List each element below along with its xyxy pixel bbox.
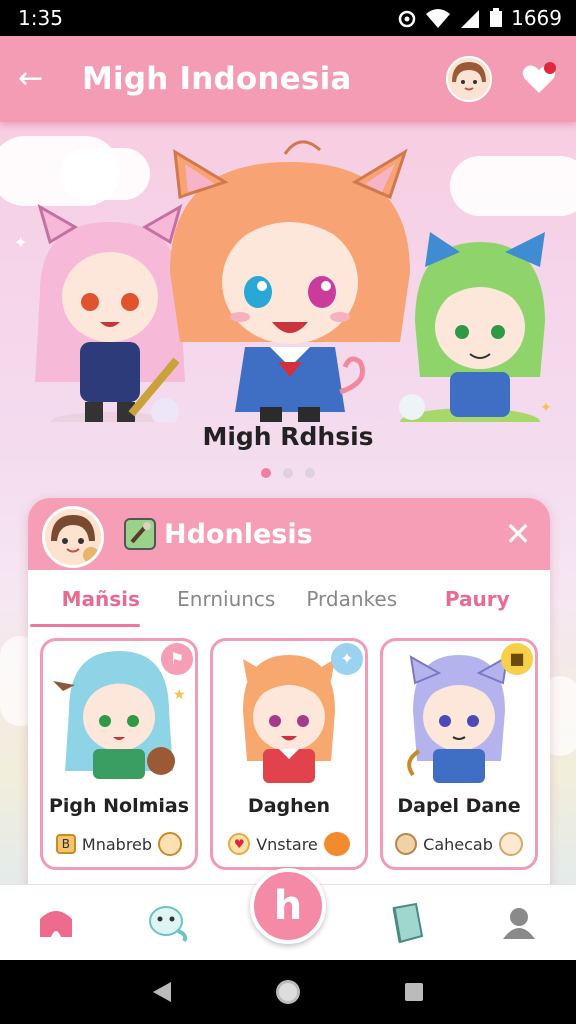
svg-text:✦: ✦ xyxy=(14,233,27,252)
tag-label: Mnabreb xyxy=(81,834,153,854)
app-screen: ← Migh Indonesia ✦ ✦ ✦ xyxy=(0,36,576,960)
tab-4[interactable]: Paury xyxy=(415,577,541,621)
user-avatar[interactable] xyxy=(446,56,492,102)
character-panel: Hdonlesis ✕ Mañsis Enrniuncs Prdankes Pa… xyxy=(28,498,550,918)
book-icon xyxy=(392,902,424,943)
panel-header: Hdonlesis ✕ xyxy=(28,498,550,570)
badge-bow-icon: ✦ xyxy=(331,643,363,675)
badge-face-icon: ■ xyxy=(501,643,533,675)
hero-caption: Migh Rdhsis xyxy=(202,422,374,451)
character-tag: B Mnabreb xyxy=(53,829,185,859)
carousel-indicator xyxy=(0,468,576,478)
create-button[interactable]: h xyxy=(250,868,326,944)
nav-profile[interactable] xyxy=(490,893,550,953)
active-tab-indicator xyxy=(30,624,140,627)
character-grid: ⚑ ★ Pigh Nolmias B Mnabreb ✦ Daghen ♥ Vn… xyxy=(28,628,550,870)
tag-label: Cahecab xyxy=(423,834,493,854)
tag-icon: B xyxy=(55,834,76,854)
cat-face-icon xyxy=(158,832,183,856)
heart-badge-icon: ♥ xyxy=(228,833,251,855)
alarm-icon xyxy=(398,10,416,28)
svg-text:✦: ✦ xyxy=(540,400,552,416)
battery-icon xyxy=(490,8,503,27)
character-name: Dapel Dane xyxy=(397,795,521,817)
badge-flag-icon: ⚑ xyxy=(161,643,193,675)
tab-1[interactable]: Mañsis xyxy=(38,577,164,621)
svg-text:★: ★ xyxy=(173,687,186,703)
home-icon xyxy=(40,910,72,937)
character-name: Pigh Nolmias xyxy=(48,795,190,817)
cake-icon xyxy=(498,832,523,856)
character-name: Daghen xyxy=(247,795,331,817)
system-navigation-bar xyxy=(0,960,576,1024)
character-card[interactable]: ⚑ ★ Pigh Nolmias B Mnabreb xyxy=(40,638,198,870)
pumpkin-icon xyxy=(323,832,350,856)
status-bar: 1:35 1669 xyxy=(0,0,576,36)
wifi-icon xyxy=(426,9,451,28)
back-triangle-icon[interactable] xyxy=(151,980,173,1004)
nav-home[interactable] xyxy=(26,893,86,953)
favorites-heart-icon[interactable] xyxy=(520,60,558,98)
hero-carousel[interactable]: ✦ ✦ ✦ xyxy=(0,122,576,502)
back-arrow-icon[interactable]: ← xyxy=(18,64,48,94)
signal-icon xyxy=(461,10,480,28)
avatar-face-icon xyxy=(45,509,101,565)
tag-label: Vnstare xyxy=(256,834,318,854)
carousel-dot[interactable] xyxy=(283,468,293,478)
panel-title: Hdonlesis xyxy=(164,518,313,550)
carousel-dot[interactable] xyxy=(305,468,315,478)
profile-icon xyxy=(503,907,535,939)
tab-3[interactable]: Prdankes xyxy=(289,577,415,621)
character-card[interactable]: ✦ Daghen ♥ Vnstare xyxy=(210,638,368,870)
pet-icon xyxy=(149,905,188,942)
character-tag: Cahecab xyxy=(393,829,525,859)
nav-book[interactable] xyxy=(378,893,438,953)
character-card[interactable]: ■ Dapel Dane Cahecab xyxy=(380,638,538,870)
panel-avatar[interactable] xyxy=(42,506,104,568)
carousel-dot[interactable] xyxy=(261,468,271,478)
hero-characters-illustration: ✦ ✦ ✦ xyxy=(14,140,552,436)
page-title: Migh Indonesia xyxy=(82,61,352,97)
top-app-bar: ← Migh Indonesia xyxy=(0,36,576,122)
tab-2[interactable]: Enrniuncs xyxy=(164,577,290,621)
home-circle-icon[interactable] xyxy=(274,978,302,1006)
nav-pet[interactable] xyxy=(138,893,198,953)
battery-level: 1669 xyxy=(511,6,562,30)
character-tag: ♥ Vnstare xyxy=(223,829,355,859)
recents-square-icon[interactable] xyxy=(403,981,425,1003)
paint-brush-icon xyxy=(124,518,156,550)
close-icon[interactable]: ✕ xyxy=(500,515,536,553)
status-icons: 1669 xyxy=(397,6,562,30)
cookie-icon xyxy=(395,833,418,855)
panel-tabs: Mañsis Enrniuncs Prdankes Paury xyxy=(28,570,550,628)
avatar-face-icon xyxy=(448,58,490,100)
status-time: 1:35 xyxy=(18,6,63,30)
create-h-icon: h xyxy=(273,883,303,929)
